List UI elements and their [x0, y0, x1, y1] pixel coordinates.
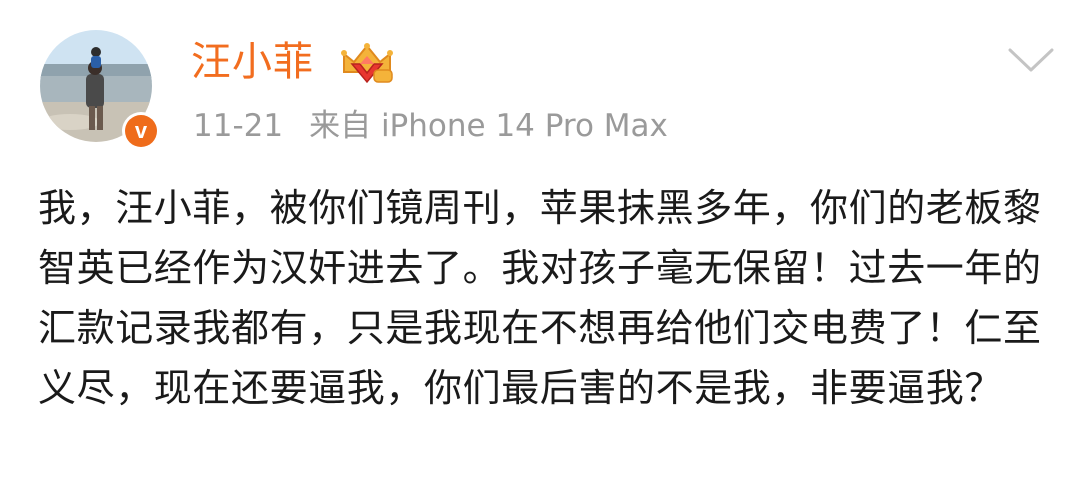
chevron-down-icon[interactable] — [1006, 42, 1056, 76]
post-text: 我，汪小菲，被你们镜周刊，苹果抹黑多年，你们的老板黎智英已经作为汉奸进去了。我对… — [38, 186, 1042, 410]
verified-badge: v — [122, 112, 160, 150]
post-source[interactable]: 来自 iPhone 14 Pro Max — [309, 108, 668, 144]
post-date: 11-21 — [193, 108, 284, 144]
post-meta: 11-21 来自 iPhone 14 Pro Max — [193, 106, 668, 146]
verified-icon: v — [125, 115, 157, 147]
crown-diamond-member-icon[interactable] — [338, 42, 396, 84]
username[interactable]: 汪小菲 — [191, 38, 314, 86]
weibo-post: v 汪小菲 11-21 来自 iPhone 14 Pro Max 我，汪小菲，被你… — [0, 0, 1080, 504]
avatar[interactable]: v — [40, 30, 160, 150]
